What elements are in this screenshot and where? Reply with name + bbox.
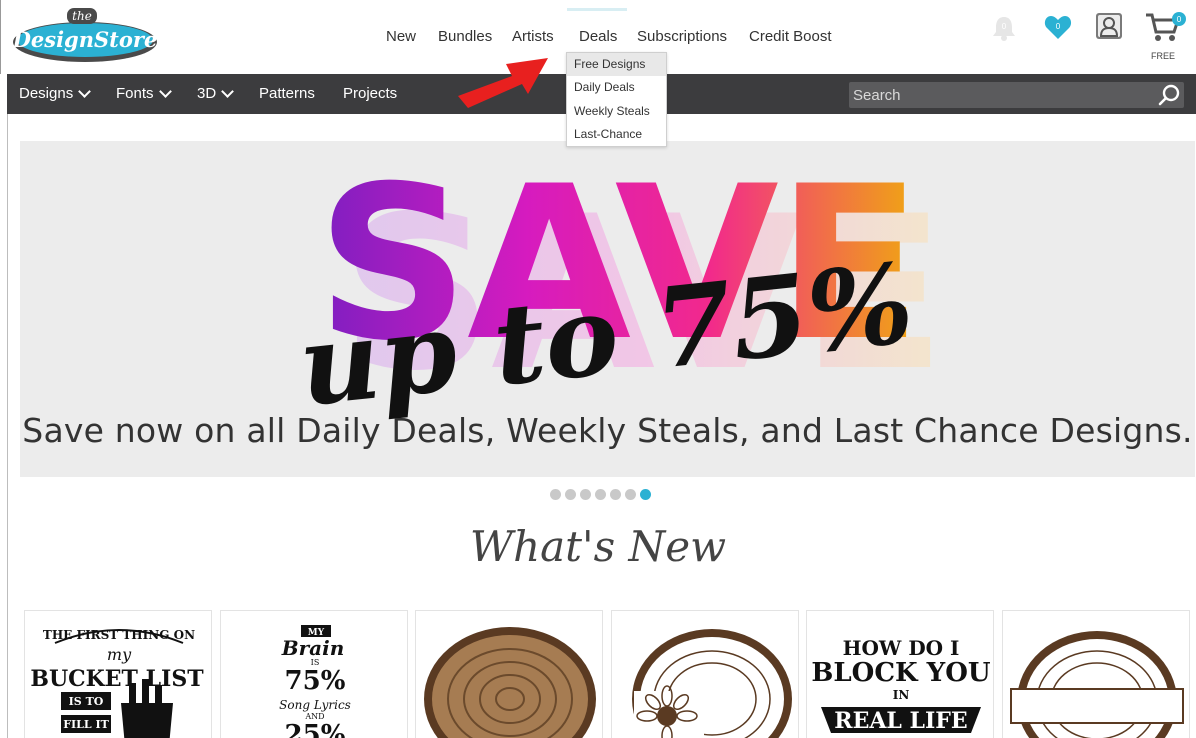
carousel-dot-active[interactable] [640, 489, 651, 500]
svg-text:IS TO: IS TO [69, 695, 104, 708]
user-icon [1096, 13, 1122, 39]
search-box [849, 82, 1184, 108]
topnav-artists[interactable]: Artists [512, 28, 554, 45]
nav-3d-label: 3D [197, 85, 217, 102]
svg-text:Brain: Brain [281, 636, 345, 660]
carousel-dot[interactable] [595, 489, 606, 500]
product-thumbnail: HOW DO I BLOCK YOU IN REAL LIFE [811, 636, 990, 734]
svg-text:BUCKET LIST: BUCKET LIST [30, 666, 204, 692]
menu-item-daily-deals[interactable]: Daily Deals [567, 76, 666, 99]
banner-caption: Save now on all Daily Deals, Weekly Stea… [22, 411, 1193, 450]
topnav-bundles[interactable]: Bundles [438, 28, 492, 45]
product-thumbnail: THE FIRST THING ON my BUCKET LIST IS TO … [30, 628, 204, 738]
deals-dropdown: Free Designs Daily Deals Weekly Steals L… [566, 52, 667, 147]
section-title: What's New [469, 522, 727, 571]
page-left-border [7, 114, 8, 738]
search-input[interactable] [853, 85, 1143, 105]
svg-text:FILL IT: FILL IT [63, 718, 109, 731]
deals-active-indicator [567, 8, 627, 11]
carousel-dots [550, 489, 651, 501]
cart-button[interactable]: 0 [1144, 10, 1186, 44]
search-icon[interactable] [1157, 83, 1181, 107]
svg-text:25%: 25% [285, 720, 346, 738]
carousel-dot[interactable] [550, 489, 561, 500]
product-card[interactable] [611, 610, 799, 738]
menu-item-free-designs[interactable]: Free Designs [567, 53, 666, 76]
cart-count: 0 [1176, 15, 1182, 24]
product-thumbnail: MY Brain IS 75% Song Lyrics AND 25% [279, 625, 351, 738]
product-thumbnail [1010, 631, 1184, 738]
notifications-count: 0 [1001, 22, 1007, 31]
topnav-credit-boost[interactable]: Credit Boost [749, 28, 832, 45]
topnav-deals[interactable]: Deals [579, 28, 617, 45]
nav-patterns[interactable]: Patterns [259, 85, 315, 102]
carousel-dot[interactable] [565, 489, 576, 500]
menu-item-last-chance[interactable]: Last-Chance [567, 123, 666, 146]
product-card[interactable] [415, 610, 603, 738]
promo-banner[interactable]: SAVE SAVE up to 75% Save now on all Dail… [20, 141, 1195, 477]
carousel-dot[interactable] [625, 489, 636, 500]
product-grid: THE FIRST THING ON my BUCKET LIST IS TO … [24, 610, 1196, 738]
notifications-button[interactable]: 0 [989, 14, 1019, 42]
chevron-down-icon [221, 84, 235, 98]
nav-designs-label: Designs [19, 85, 74, 102]
carousel-dot[interactable] [610, 489, 621, 500]
product-card[interactable]: HOW DO I BLOCK YOU IN REAL LIFE [806, 610, 994, 738]
nav-projects[interactable]: Projects [343, 85, 397, 102]
svg-text:IN: IN [893, 688, 910, 702]
menu-item-weekly-steals[interactable]: Weekly Steals [567, 100, 666, 123]
wishlist-count: 0 [1055, 22, 1061, 31]
svg-text:the: the [72, 9, 92, 23]
chevron-down-icon [78, 84, 92, 98]
product-thumbnail [632, 629, 792, 738]
topnav-new[interactable]: New [386, 28, 416, 45]
product-thumbnail [424, 627, 596, 738]
product-card[interactable] [1002, 610, 1190, 738]
account-button[interactable] [1095, 12, 1123, 40]
svg-text:75%: 75% [285, 666, 346, 696]
svg-text:Song Lyrics: Song Lyrics [279, 698, 351, 712]
nav-3d[interactable]: 3D [197, 84, 235, 102]
svg-text:BLOCK YOU: BLOCK YOU [811, 658, 990, 688]
product-card[interactable]: MY Brain IS 75% Song Lyrics AND 25% [220, 610, 408, 738]
nav-designs[interactable]: Designs [19, 84, 92, 102]
topnav-subscriptions[interactable]: Subscriptions [637, 28, 727, 45]
product-card[interactable]: THE FIRST THING ON my BUCKET LIST IS TO … [24, 610, 212, 738]
chevron-down-icon [158, 84, 172, 98]
cart-total: FREE [1151, 51, 1176, 61]
nav-fonts[interactable]: Fonts [116, 84, 172, 102]
carousel-dot[interactable] [580, 489, 591, 500]
svg-text:THE FIRST THING ON: THE FIRST THING ON [43, 628, 195, 642]
svg-text:HOW DO I: HOW DO I [843, 636, 960, 660]
red-arrow-icon [458, 58, 548, 108]
svg-text:my: my [107, 645, 132, 664]
wishlist-button[interactable]: 0 [1043, 13, 1073, 41]
svg-text:REAL LIFE: REAL LIFE [834, 708, 967, 734]
nav-fonts-label: Fonts [116, 85, 154, 102]
